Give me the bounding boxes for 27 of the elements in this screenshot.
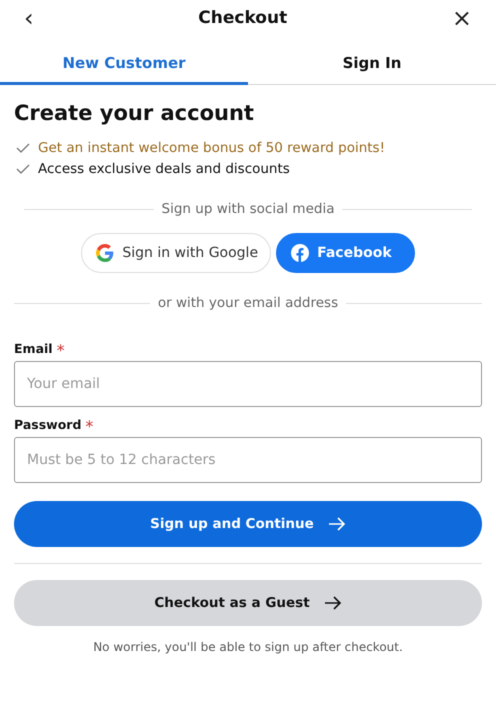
sign-up-button[interactable]: Sign up and Continue <box>14 501 482 547</box>
field-label: Password <box>14 417 82 432</box>
tab[interactable]: Sign In <box>248 44 496 85</box>
arrow-right-icon <box>328 517 346 531</box>
divider-label: or with your email address <box>158 295 338 311</box>
facebook-icon <box>291 244 310 262</box>
check-icon <box>16 142 30 152</box>
google-button[interactable]: Sign in with Google <box>81 233 272 273</box>
input-field[interactable]: Your email <box>14 361 482 407</box>
google-icon <box>96 244 114 262</box>
guest-checkout-button[interactable]: Checkout as a Guest <box>14 580 482 626</box>
field-label: Email <box>14 341 53 356</box>
benefit-text: Access exclusive deals and discounts <box>38 160 290 176</box>
heading: Create your account <box>14 101 255 125</box>
input-field[interactable]: Must be 5 to 12 characters <box>14 437 482 483</box>
page-title: Checkout <box>198 8 288 28</box>
arrow-right-icon <box>324 596 342 610</box>
close-button[interactable]: × <box>448 6 476 30</box>
facebook-button[interactable]: Facebook <box>276 233 415 273</box>
required-mark: * <box>85 417 94 437</box>
note-text: No worries, you'll be able to sign up after checkout. <box>92 640 404 654</box>
tab[interactable]: New Customer <box>0 44 248 85</box>
benefit-text: Get an instant welcome bonus of 50 reward points! <box>38 140 386 156</box>
back-button[interactable]: ‹ <box>20 6 38 30</box>
divider-label: Sign up with social media <box>162 201 334 217</box>
check-icon <box>16 164 30 174</box>
required-mark: * <box>56 341 65 361</box>
